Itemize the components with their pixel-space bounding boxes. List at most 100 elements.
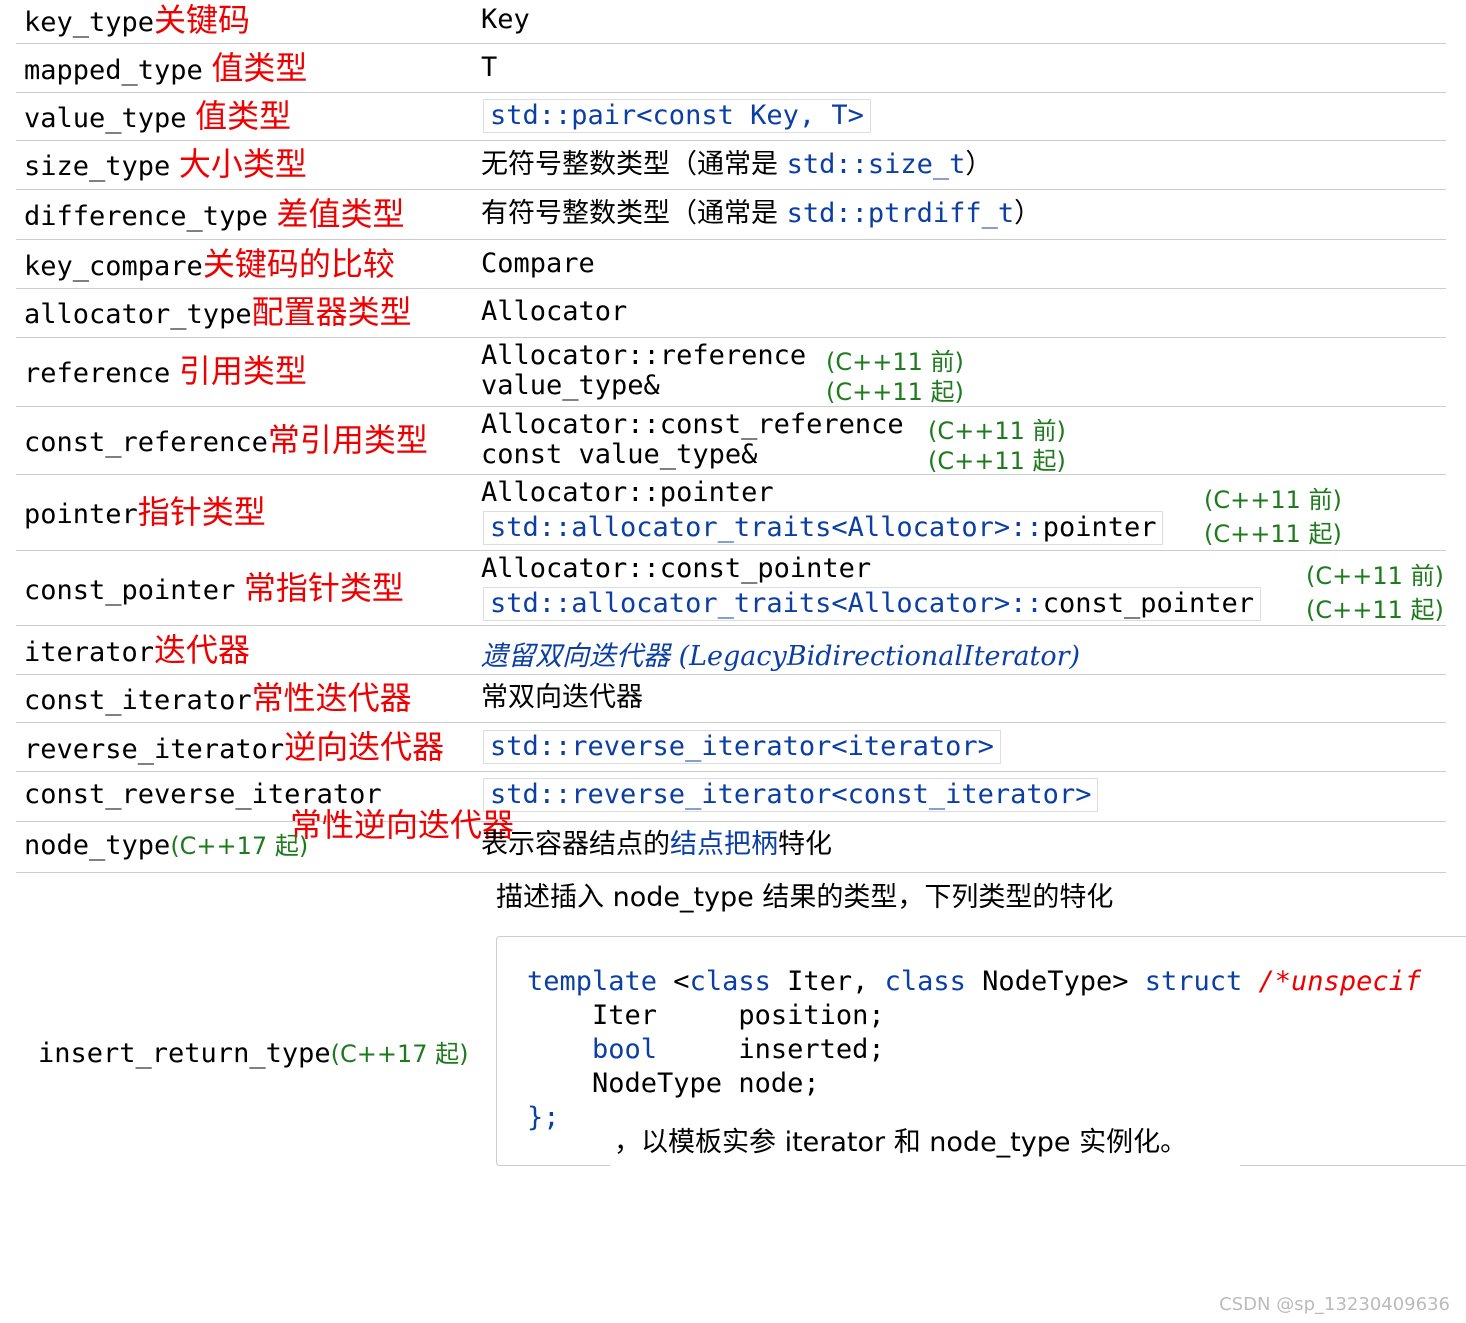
code-text: Iter, bbox=[770, 966, 885, 997]
type-annotation: 常性迭代器 bbox=[251, 679, 412, 717]
code-link-member: pointer bbox=[1042, 512, 1157, 543]
type-value: Key bbox=[481, 4, 530, 35]
type-name: const_reference bbox=[24, 427, 268, 458]
type-annotation: 常指针类型 bbox=[243, 569, 404, 607]
type-value-suffix: ） bbox=[965, 149, 993, 180]
code-link-namespace: std::allocator_traits<Allocator>:: bbox=[490, 588, 1043, 619]
type-annotation: 差值类型 bbox=[276, 195, 405, 233]
type-name: mapped_type bbox=[24, 55, 203, 86]
code-keyword: class bbox=[884, 966, 966, 997]
version-badge: (C++17 起) bbox=[330, 1040, 469, 1068]
type-value: const value_type& bbox=[481, 439, 758, 470]
type-value: Allocator bbox=[481, 296, 628, 327]
type-value: 常双向迭代器 bbox=[481, 682, 643, 713]
type-annotation: 大小类型 bbox=[178, 145, 307, 183]
code-text: NodeType> bbox=[965, 966, 1145, 997]
insert-return-description: 描述插入 node_type 结果的类型，下列类型的特化 bbox=[496, 882, 1114, 913]
type-value-suffix: ） bbox=[1014, 198, 1042, 229]
code-keyword: class bbox=[689, 966, 771, 997]
table-row: const_pointer 常指针类型 Allocator::const_poi… bbox=[16, 551, 1446, 626]
code-link[interactable]: std::ptrdiff_t bbox=[787, 198, 1015, 229]
node-handle-link[interactable]: 结点把柄 bbox=[670, 829, 778, 860]
type-name: node_type bbox=[24, 830, 171, 861]
type-name: const_iterator bbox=[24, 685, 252, 716]
code-text: < bbox=[657, 966, 690, 997]
code-link-namespace: std::allocator_traits<Allocator>:: bbox=[490, 512, 1043, 543]
code-link[interactable]: std::size_t bbox=[787, 149, 966, 180]
version-badge: (C++11 起) bbox=[928, 447, 1066, 475]
type-annotation: 常引用类型 bbox=[267, 421, 428, 459]
table-row: allocator_type配置器类型 Allocator bbox=[16, 289, 1446, 338]
type-name: reverse_iterator bbox=[24, 734, 285, 765]
table-row: reference 引用类型 Allocator::reference valu… bbox=[16, 338, 1446, 407]
type-value: 无符号整数类型（通常是 bbox=[481, 149, 787, 180]
type-value: 有符号整数类型（通常是 bbox=[481, 198, 787, 229]
table-row: iterator迭代器 遗留双向迭代器 (LegacyBidirectional… bbox=[16, 626, 1446, 675]
code-link[interactable]: std::reverse_iterator<iterator> bbox=[483, 730, 1001, 764]
table-row: mapped_type 值类型 T bbox=[16, 44, 1446, 93]
type-annotation: 配置器类型 bbox=[251, 293, 412, 331]
version-badge: (C++11 起) bbox=[826, 378, 964, 406]
type-name: reference bbox=[24, 358, 171, 389]
type-annotation: 迭代器 bbox=[154, 631, 251, 669]
code-line: NodeType node; bbox=[527, 1068, 820, 1099]
watermark: CSDN @sp_13230409636 bbox=[1219, 1294, 1450, 1315]
type-annotation: 关键码的比较 bbox=[202, 245, 395, 283]
code-keyword: template bbox=[527, 966, 658, 997]
table-row: value_type 值类型 std::pair<const Key, T> bbox=[16, 93, 1446, 141]
type-value: T bbox=[481, 52, 498, 83]
code-link[interactable]: std::reverse_iterator<const_iterator> bbox=[483, 778, 1099, 812]
type-name: pointer bbox=[24, 499, 138, 530]
table-row: pointer指针类型 Allocator::pointer std::allo… bbox=[16, 475, 1446, 551]
table-row: const_reference常引用类型 Allocator::const_re… bbox=[16, 407, 1446, 475]
table-row: node_type(C++17 起) 表示容器结点的结点把柄特化 bbox=[16, 822, 1446, 873]
type-annotation: 引用类型 bbox=[178, 352, 307, 390]
version-badge: (C++11 前) bbox=[1306, 562, 1444, 590]
type-name: difference_type bbox=[24, 201, 268, 232]
type-name: allocator_type bbox=[24, 299, 252, 330]
code-keyword: struct bbox=[1144, 966, 1243, 997]
code-comment: /*unspecif bbox=[1242, 966, 1422, 997]
type-annotation: 值类型 bbox=[195, 97, 292, 135]
type-value: Allocator::pointer bbox=[481, 477, 774, 508]
type-name: const_pointer bbox=[24, 575, 236, 606]
type-value-suffix: 特化 bbox=[778, 829, 832, 860]
table-row: difference_type 差值类型 有符号整数类型（通常是 std::pt… bbox=[16, 190, 1446, 240]
code-link[interactable]: std::allocator_traits<Allocator>::pointe… bbox=[483, 511, 1164, 545]
type-value: Allocator::const_reference bbox=[481, 409, 904, 440]
version-badge: (C++17 起) bbox=[170, 832, 309, 860]
table-row: size_type 大小类型 无符号整数类型（通常是 std::size_t） bbox=[16, 141, 1446, 190]
type-name: key_type bbox=[24, 7, 155, 38]
type-value: Compare bbox=[481, 248, 595, 279]
type-name: value_type bbox=[24, 103, 187, 134]
type-name: key_compare bbox=[24, 251, 203, 282]
table-row: reverse_iterator逆向迭代器 std::reverse_itera… bbox=[16, 723, 1446, 772]
type-name: insert_return_type bbox=[38, 1038, 331, 1069]
code-keyword: bool bbox=[592, 1034, 658, 1065]
insert-return-tail: ，以模板实参 iterator 和 node_type 实例化。 bbox=[614, 1127, 1188, 1158]
version-badge: (C++11 起) bbox=[1306, 596, 1444, 624]
code-link[interactable]: std::pair<const Key, T> bbox=[483, 99, 871, 133]
type-name: iterator bbox=[24, 637, 155, 668]
version-badge: (C++11 起) bbox=[1204, 520, 1342, 548]
table-row: const_iterator常性迭代器 常双向迭代器 bbox=[16, 675, 1446, 723]
code-line: }; bbox=[527, 1102, 560, 1133]
concept-link[interactable]: 遗留双向迭代器 (LegacyBidirectionalIterator) bbox=[481, 634, 1080, 673]
type-value: value_type& bbox=[481, 370, 660, 401]
type-value: Allocator::const_pointer bbox=[481, 553, 872, 584]
type-name: size_type bbox=[24, 151, 171, 182]
table-row: const_reverse_iterator std::reverse_iter… bbox=[16, 772, 1446, 844]
table-row: key_compare关键码的比较 Compare bbox=[16, 240, 1446, 289]
type-annotation: 指针类型 bbox=[137, 493, 266, 531]
version-badge: (C++11 前) bbox=[1204, 486, 1342, 514]
code-link-member: const_pointer bbox=[1042, 588, 1255, 619]
type-value: 表示容器结点的 bbox=[481, 829, 670, 860]
type-annotation: 关键码 bbox=[154, 1, 251, 39]
code-text: inserted; bbox=[657, 1034, 885, 1065]
code-line: Iter position; bbox=[527, 1000, 885, 1031]
type-annotation: 值类型 bbox=[211, 49, 308, 87]
tail-mask: ，以模板实参 iterator 和 node_type 实例化。 bbox=[610, 1118, 1240, 1166]
type-annotation: 逆向迭代器 bbox=[284, 728, 445, 766]
table-row: key_type关键码 Key bbox=[16, 0, 1446, 44]
code-link[interactable]: std::allocator_traits<Allocator>::const_… bbox=[483, 587, 1262, 621]
